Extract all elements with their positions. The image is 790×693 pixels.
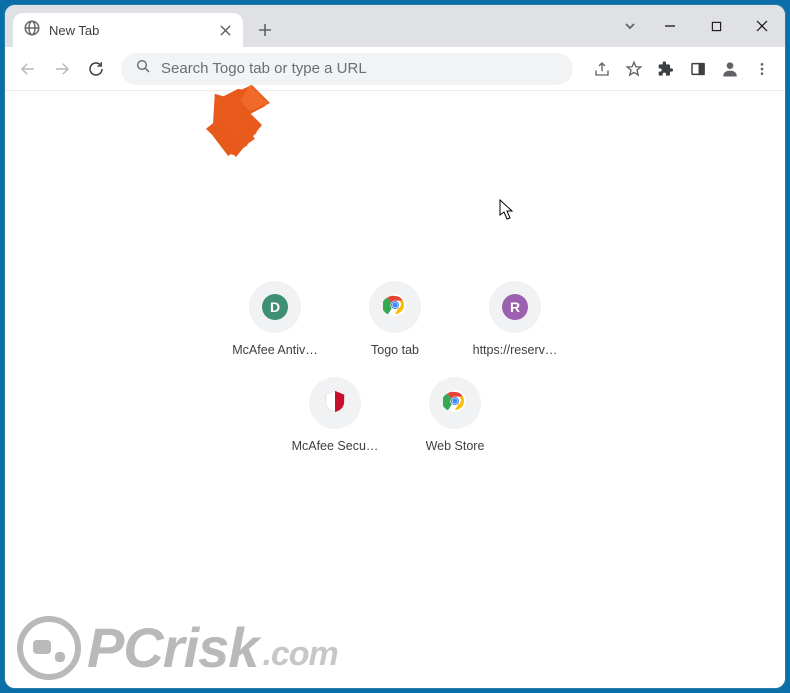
tab-title: New Tab [49, 23, 209, 38]
back-button[interactable] [13, 54, 43, 84]
tab-strip: New Tab [5, 5, 785, 47]
shortcut-tile[interactable]: Togo tab [347, 281, 443, 357]
bookmark-button[interactable] [619, 54, 649, 84]
menu-button[interactable] [747, 54, 777, 84]
profile-button[interactable] [715, 54, 745, 84]
shortcuts-row: D McAfee Antiv… Togo tab R https://reser… [227, 281, 563, 357]
new-tab-button[interactable] [251, 16, 279, 44]
shortcut-label: McAfee Antiv… [232, 343, 317, 357]
shortcut-label: https://reserv… [473, 343, 558, 357]
shortcut-label: Web Store [426, 439, 485, 453]
chrome-icon [383, 293, 407, 322]
watermark-suffix: .com [262, 635, 337, 674]
shield-icon [324, 389, 346, 418]
browser-tab[interactable]: New Tab [13, 13, 243, 47]
side-panel-button[interactable] [683, 54, 713, 84]
address-bar[interactable] [121, 53, 573, 85]
watermark-text: PCrisk [87, 615, 258, 680]
forward-button[interactable] [47, 54, 77, 84]
address-input[interactable] [161, 60, 559, 77]
minimize-button[interactable] [647, 5, 693, 47]
watermark-globe-icon [17, 616, 81, 680]
toolbar [5, 47, 785, 91]
shortcut-label: McAfee Secu… [292, 439, 379, 453]
shortcut-tile[interactable]: D McAfee Antiv… [227, 281, 323, 357]
shortcut-tile[interactable]: McAfee Secu… [287, 377, 383, 453]
shortcut-label: Togo tab [371, 343, 419, 357]
tab-close-icon[interactable] [217, 22, 233, 38]
shortcut-letter-icon: R [502, 294, 528, 320]
toolbar-right [587, 54, 777, 84]
browser-window: New Tab [5, 5, 785, 688]
annotation-arrow-icon [203, 87, 269, 161]
share-button[interactable] [587, 54, 617, 84]
globe-icon [23, 19, 41, 42]
search-icon [135, 58, 151, 79]
shortcut-letter-icon: D [262, 294, 288, 320]
chrome-icon [443, 389, 467, 418]
window-controls [613, 5, 785, 47]
page-content: D McAfee Antiv… Togo tab R https://reser… [5, 91, 785, 688]
shortcut-tile[interactable]: R https://reserv… [467, 281, 563, 357]
shortcuts-row: McAfee Secu… Web Store [287, 377, 503, 453]
watermark: PCrisk.com [17, 615, 338, 680]
tab-search-button[interactable] [613, 5, 647, 47]
close-window-button[interactable] [739, 5, 785, 47]
maximize-button[interactable] [693, 5, 739, 47]
extensions-button[interactable] [651, 54, 681, 84]
cursor-icon [499, 199, 515, 221]
reload-button[interactable] [81, 54, 111, 84]
shortcut-tile[interactable]: Web Store [407, 377, 503, 453]
shortcuts-grid: D McAfee Antiv… Togo tab R https://reser… [5, 281, 785, 453]
